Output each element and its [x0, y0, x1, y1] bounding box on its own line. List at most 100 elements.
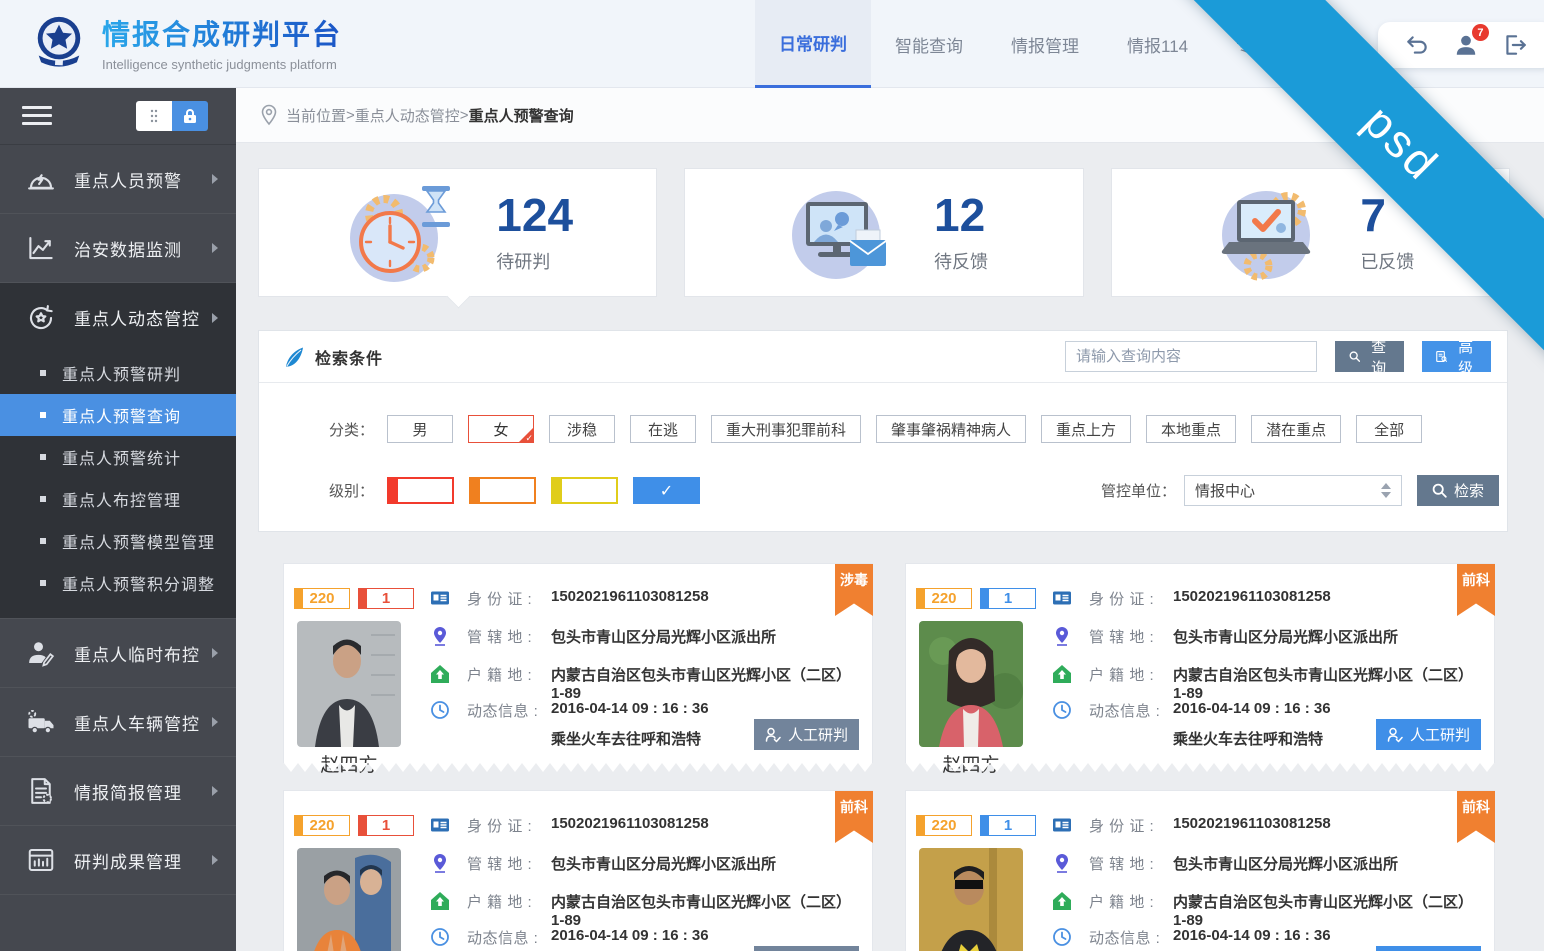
filter-major-crime-record[interactable]: 重大刑事犯罪前科: [711, 415, 861, 443]
sidebar-item-security-data[interactable]: 治安数据监测: [0, 214, 236, 283]
jurisdiction-pin-icon: [1052, 853, 1072, 873]
sidebar-subitem-warning-query[interactable]: 重点人预警查询: [0, 394, 236, 436]
alarm-icon: [26, 164, 56, 194]
sidebar-item-temporary-control[interactable]: 重点人临时布控: [0, 619, 236, 688]
sidebar-item-briefing-management[interactable]: 情报简报管理: [0, 757, 236, 826]
logout-icon[interactable]: [1502, 32, 1528, 58]
id-card-icon: [1052, 815, 1072, 835]
person-card: 前科 220 1 赵四方 身 份 证 :1502021961103081258 …: [905, 790, 1495, 951]
stats-row: 124 待研判 12 待反馈: [258, 168, 1510, 297]
stat-label: 待反馈: [934, 248, 988, 274]
menu-toggle-icon[interactable]: [22, 106, 52, 128]
rank-badge: 1: [358, 588, 414, 609]
filter-male[interactable]: 男: [387, 415, 453, 443]
search-conditions-panel: 检索条件 查询 高级 分类： 男 女✓ 涉稳 在逃 重大刑事犯罪前科 肇事肇祸精…: [258, 330, 1508, 532]
person-photo[interactable]: [297, 621, 401, 747]
person-photo[interactable]: [919, 621, 1023, 747]
stat-value: 124: [496, 192, 573, 238]
field-label: 户 籍 地 :: [1089, 891, 1173, 912]
manual-judgment-button[interactable]: 人工研判: [1376, 719, 1481, 750]
breadcrumb-separator: >: [346, 107, 355, 124]
home-icon: [1052, 891, 1072, 911]
filter-female[interactable]: 女✓: [468, 415, 534, 443]
criminal-record-ribbon: 前科: [1457, 791, 1495, 843]
sidebar-item-personnel-warning[interactable]: 重点人员预警: [0, 145, 236, 214]
sidebar-subitem-score-adjustment[interactable]: 重点人预警积分调整: [0, 562, 236, 604]
sidebar: 重点人员预警 治安数据监测 重点人动态管控 重点人预警研判 重点人预警查询 重点…: [0, 88, 236, 951]
top-navigation: 日常研判 智能查询 情报管理 情报114 专: [755, 0, 1277, 88]
residence: 内蒙古自治区包头市青山区光辉小区（二区）1-89: [1173, 891, 1473, 929]
zigzag-edge: [906, 763, 1494, 772]
jurisdiction: 包头市青山区分局光辉小区派出所: [551, 853, 776, 874]
monitor-chart-icon: [26, 233, 56, 263]
search-input[interactable]: [1065, 341, 1317, 372]
residence: 内蒙古自治区包头市青山区光辉小区（二区）1-89: [551, 664, 851, 702]
level-blue-swatch[interactable]: ✓: [633, 477, 700, 504]
laptop-check-illustration: [1206, 180, 1326, 286]
sidebar-subitem-model-management[interactable]: 重点人预警模型管理: [0, 520, 236, 562]
person-edit-icon: [26, 638, 56, 668]
category-label: 分类：: [329, 419, 387, 440]
stat-card-pending-feedback[interactable]: 12 待反馈: [684, 168, 1083, 297]
page-subtitle: Intelligence synthetic judgments platfor…: [102, 57, 342, 72]
level-yellow-swatch[interactable]: [551, 477, 618, 504]
filter-potential-key[interactable]: 潜在重点: [1251, 415, 1341, 443]
manual-judgment-button[interactable]: 人工研判: [1376, 946, 1481, 951]
rank-badge: 1: [980, 588, 1036, 609]
level-red-swatch[interactable]: [387, 477, 454, 504]
user-notifications-icon[interactable]: 7: [1453, 32, 1479, 58]
field-label: 管 辖 地 :: [1089, 626, 1173, 647]
drug-tag-ribbon: 涉毒: [835, 564, 873, 616]
id-card-icon: [430, 588, 450, 608]
level-orange-swatch[interactable]: [469, 477, 536, 504]
field-label: 户 籍 地 :: [467, 664, 551, 685]
breadcrumb-parent[interactable]: 重点人动态管控: [355, 105, 460, 126]
filter-fugitive[interactable]: 在逃: [630, 415, 696, 443]
rank-badge: 1: [980, 815, 1036, 836]
zigzag-edge: [284, 763, 872, 772]
field-label: 动态信息 :: [467, 700, 551, 721]
filter-key-petition[interactable]: 重点上方: [1041, 415, 1131, 443]
tab-smart-query[interactable]: 智能查询: [871, 0, 987, 88]
sidebar-item-dynamic-control[interactable]: 重点人动态管控: [0, 283, 236, 352]
stat-card-pending-judgment[interactable]: 124 待研判: [258, 168, 657, 297]
filter-local-key[interactable]: 本地重点: [1146, 415, 1236, 443]
filter-all[interactable]: 全部: [1356, 415, 1422, 443]
sidebar-pin-toggle[interactable]: [136, 101, 208, 131]
undo-icon[interactable]: [1404, 32, 1430, 58]
stat-label: 待研判: [496, 248, 573, 274]
filter-stability[interactable]: 涉稳: [549, 415, 615, 443]
search-button[interactable]: 检索: [1417, 475, 1499, 506]
control-unit-select[interactable]: 情报中心: [1184, 475, 1402, 506]
jurisdiction: 包头市青山区分局光辉小区派出所: [1173, 853, 1398, 874]
sidebar-group-dynamic-control: 重点人动态管控 重点人预警研判 重点人预警查询 重点人预警统计 重点人布控管理 …: [0, 283, 236, 619]
sidebar-subitem-control-management[interactable]: 重点人布控管理: [0, 478, 236, 520]
tab-daily-judgment[interactable]: 日常研判: [755, 0, 871, 88]
manual-judgment-button[interactable]: 人工研判: [754, 719, 859, 750]
sidebar-subitem-warning-stats[interactable]: 重点人预警统计: [0, 436, 236, 478]
tab-intel-114[interactable]: 情报114: [1103, 0, 1212, 88]
id-card-icon: [1052, 588, 1072, 608]
chevron-right-icon: [212, 717, 218, 727]
person-photo[interactable]: [297, 848, 401, 951]
score-badge: 220: [294, 815, 350, 836]
results-icon: [26, 845, 56, 875]
query-button[interactable]: 查询: [1335, 341, 1404, 372]
tab-intel-management[interactable]: 情报管理: [987, 0, 1103, 88]
sidebar-item-results-management[interactable]: 研判成果管理: [0, 826, 236, 895]
lock-icon[interactable]: [172, 101, 208, 131]
grip-icon[interactable]: [136, 101, 172, 131]
sidebar-item-vehicle-control[interactable]: 重点人车辆管控: [0, 688, 236, 757]
sidebar-subitem-warning-judgment[interactable]: 重点人预警研判: [0, 352, 236, 394]
level-label: 级别：: [329, 480, 387, 501]
advanced-button[interactable]: 高级: [1422, 341, 1491, 372]
person-photo[interactable]: [919, 848, 1023, 951]
clock-icon: [430, 927, 450, 947]
id-number: 1502021961103081258: [1173, 588, 1331, 605]
field-label: 动态信息 :: [1089, 700, 1173, 721]
filter-mentally-ill[interactable]: 肇事肇祸精神病人: [876, 415, 1026, 443]
manual-judgment-button[interactable]: 人工研判: [754, 946, 859, 951]
field-label: 管 辖 地 :: [1089, 853, 1173, 874]
search-icon: [1349, 349, 1360, 364]
advanced-search-icon: [1436, 349, 1447, 364]
